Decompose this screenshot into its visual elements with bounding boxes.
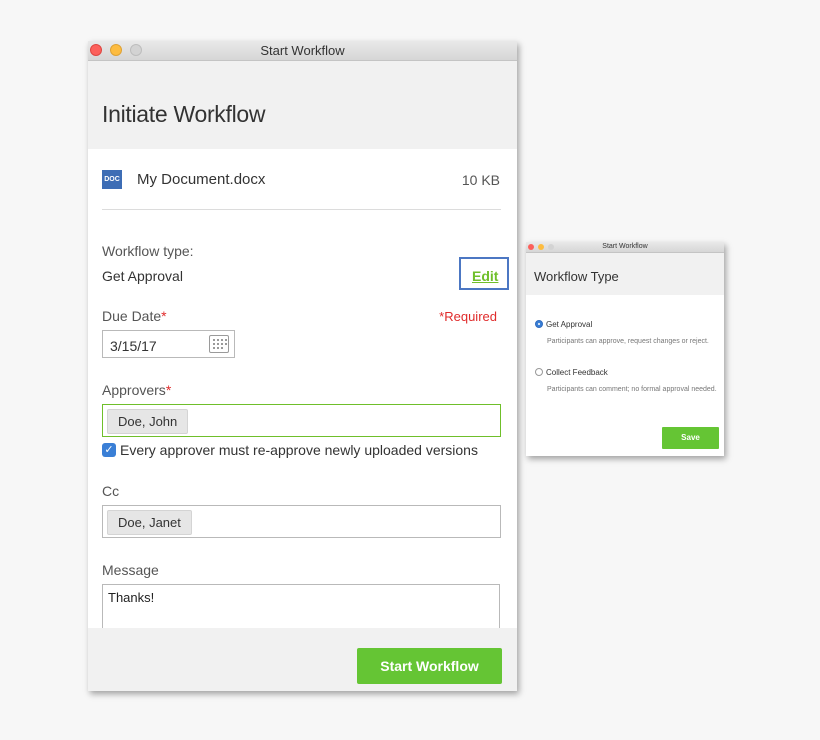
start-workflow-button[interactable]: Start Workflow xyxy=(357,648,502,684)
get-approval-description: Participants can approve, request change… xyxy=(547,338,709,345)
page-title: Initiate Workflow xyxy=(102,101,266,127)
reapprove-checkbox[interactable]: ✓ xyxy=(102,443,116,457)
window-title: Start Workflow xyxy=(602,243,648,250)
due-date-value: 3/15/17 xyxy=(110,338,157,354)
due-date-field[interactable]: 3/15/17 xyxy=(102,330,235,358)
message-label: Message xyxy=(102,562,159,578)
close-window-button[interactable] xyxy=(90,44,102,56)
document-name: My Document.docx xyxy=(137,171,266,188)
window-title: Start Workflow xyxy=(260,43,345,58)
minimize-window-button[interactable] xyxy=(538,244,544,250)
cc-chip[interactable]: Doe, Janet xyxy=(107,510,192,535)
workflow-type-window: Start Workflow Workflow Type Get Approva… xyxy=(526,242,724,456)
approver-chip[interactable]: Doe, John xyxy=(107,409,189,434)
workflow-type-label: Workflow type: xyxy=(102,243,194,259)
zoom-window-button[interactable] xyxy=(548,244,554,250)
collect-feedback-radio[interactable] xyxy=(535,368,543,376)
approvers-field[interactable]: Doe, John xyxy=(102,404,501,437)
get-approval-radio[interactable] xyxy=(535,320,543,328)
required-marker: * xyxy=(165,382,172,398)
cc-label: Cc xyxy=(102,483,120,499)
collect-feedback-description: Participants can comment; no formal appr… xyxy=(547,386,717,393)
due-date-label: Due Date* xyxy=(102,308,167,324)
dialog-title: Workflow Type xyxy=(534,269,619,284)
minimize-window-button[interactable] xyxy=(110,44,122,56)
zoom-window-button[interactable] xyxy=(130,44,142,56)
workflow-type-value: Get Approval xyxy=(102,268,183,284)
approvers-label: Approvers* xyxy=(102,382,171,398)
close-window-button[interactable] xyxy=(528,244,534,250)
approvers-label-text: Approvers xyxy=(102,382,166,398)
due-date-label-text: Due Date xyxy=(102,308,162,324)
get-approval-label[interactable]: Get Approval xyxy=(546,320,592,329)
collect-feedback-label[interactable]: Collect Feedback xyxy=(546,368,608,377)
start-workflow-window: Start Workflow Initiate Workflow DOC My … xyxy=(88,41,517,691)
edit-workflow-type-link[interactable]: Edit xyxy=(472,268,498,284)
save-button[interactable]: Save xyxy=(662,427,719,449)
window-titlebar[interactable]: Start Workflow xyxy=(88,41,517,61)
doc-file-icon: DOC xyxy=(102,170,122,189)
divider xyxy=(102,209,501,210)
cc-field[interactable]: Doe, Janet xyxy=(102,505,501,538)
required-note: *Required xyxy=(439,309,497,324)
message-textarea[interactable]: Thanks! xyxy=(102,584,500,634)
message-text: Thanks! xyxy=(108,590,155,605)
reapprove-checkbox-label[interactable]: Every approver must re-approve newly upl… xyxy=(120,442,478,458)
required-marker: * xyxy=(161,308,167,324)
document-size: 10 KB xyxy=(461,172,500,188)
window-titlebar[interactable]: Start Workflow xyxy=(526,242,724,253)
calendar-icon[interactable] xyxy=(209,335,229,353)
